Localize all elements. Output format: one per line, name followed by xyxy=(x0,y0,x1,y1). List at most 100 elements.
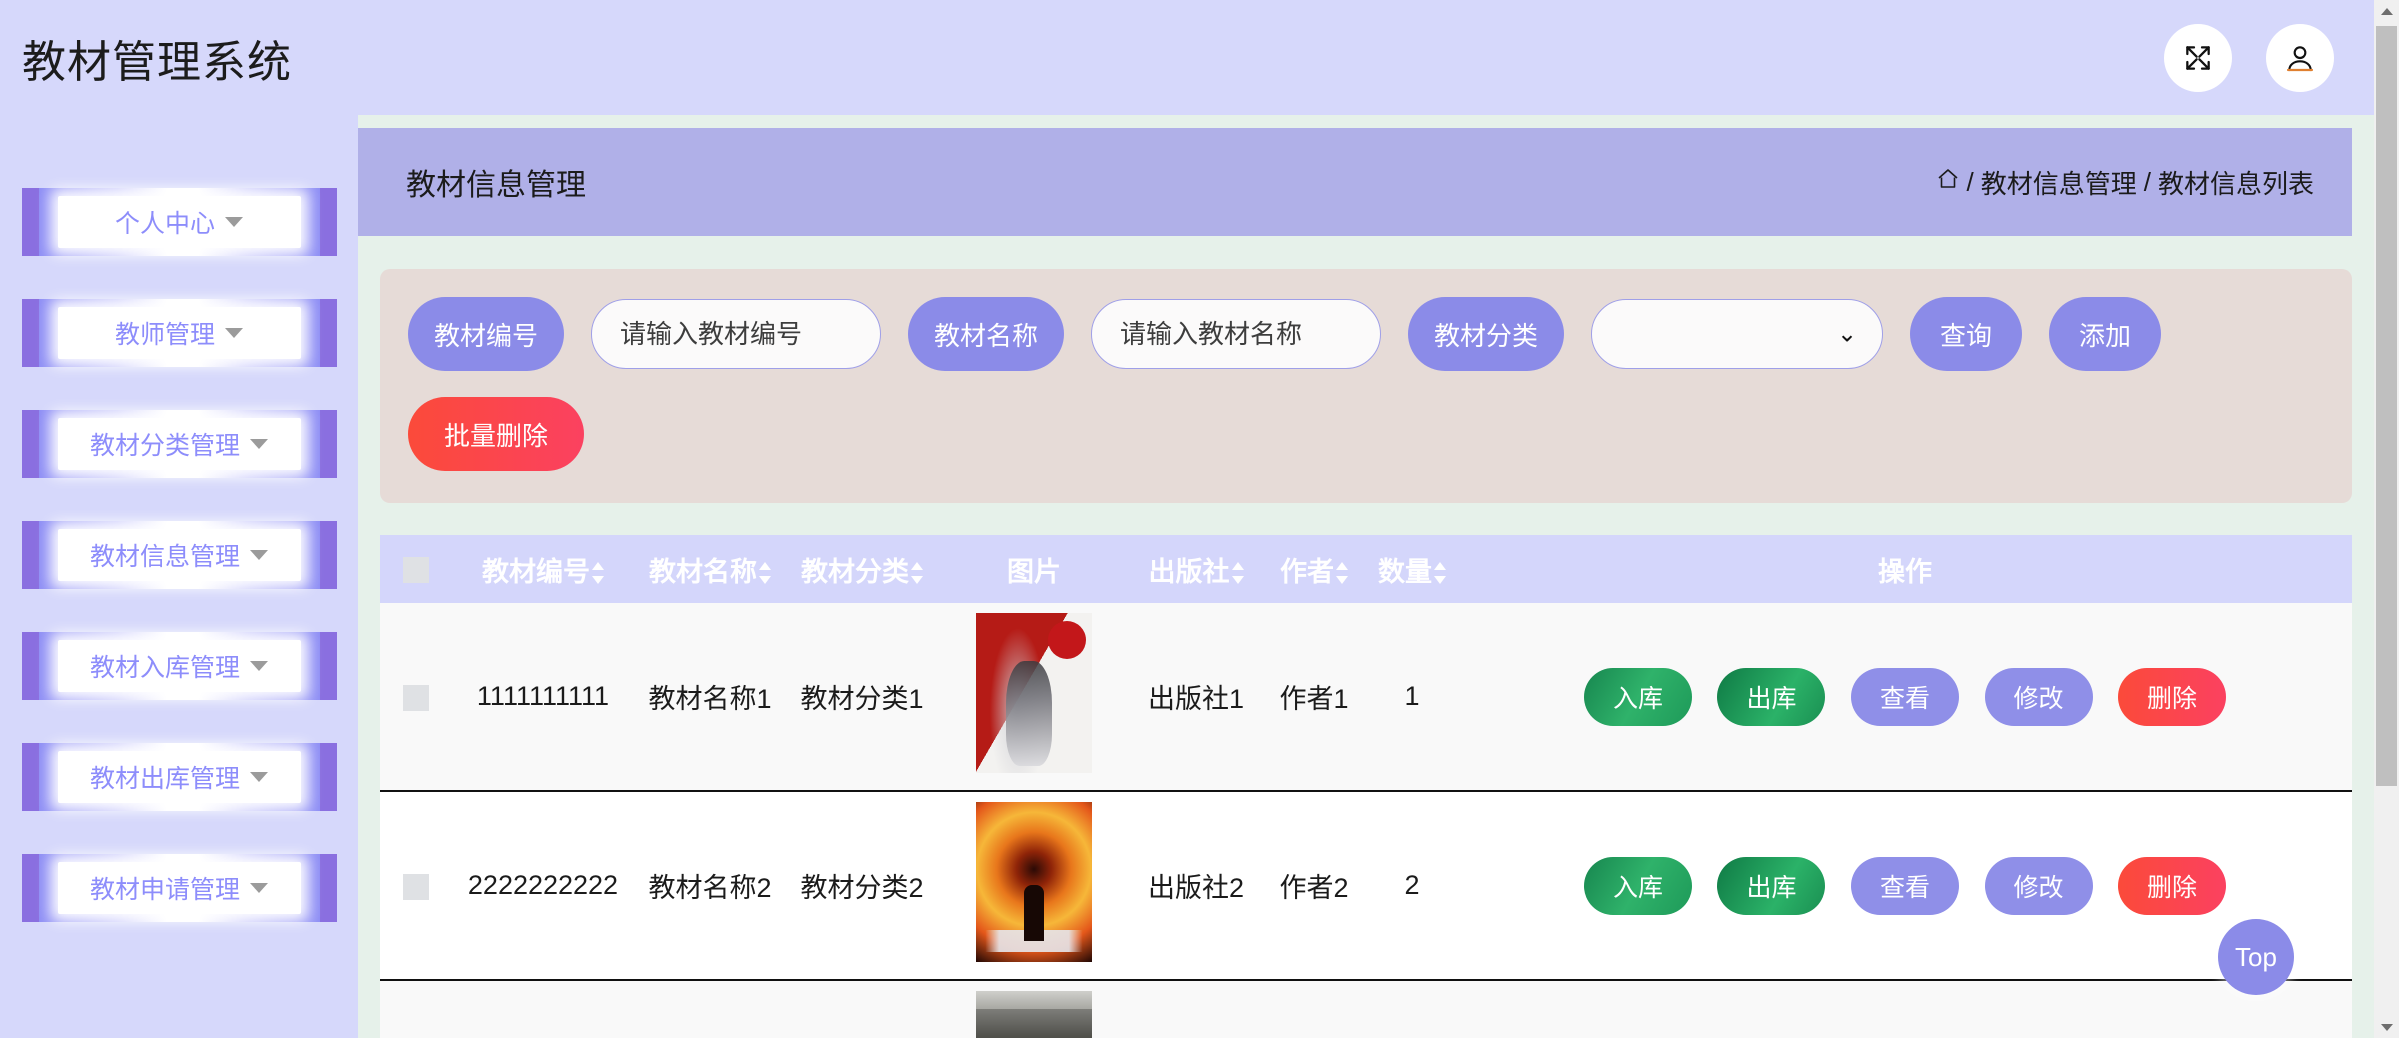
column-header-image: 图片 xyxy=(938,535,1130,603)
fullscreen-expand-icon xyxy=(2182,42,2214,74)
inbound-button[interactable]: 入库 xyxy=(1583,856,1692,915)
column-header-name[interactable]: 教材名称 xyxy=(634,535,786,603)
back-to-top-button[interactable]: Top xyxy=(2218,919,2294,995)
checkbox-unchecked-icon[interactable] xyxy=(403,684,429,711)
sidebar-item-teacher-management[interactable]: 教师管理 xyxy=(21,299,337,367)
sidebar-item-label: 教师管理 xyxy=(114,321,215,349)
scrollbar-thumb[interactable] xyxy=(2376,26,2397,786)
sidebar-item-textbook-inbound-management[interactable]: 教材入库管理 xyxy=(21,632,337,700)
chevron-down-icon xyxy=(250,883,268,893)
sort-icon xyxy=(759,561,771,585)
cell-code: 3333333333 xyxy=(452,980,634,1038)
sidebar-item-textbook-outbound-management[interactable]: 教材出库管理 xyxy=(21,743,337,811)
scroll-up-arrow-icon[interactable] xyxy=(2374,0,2399,22)
sidebar-item-textbook-request-management[interactable]: 教材申请管理 xyxy=(21,854,337,922)
batch-delete-button[interactable]: 批量删除 xyxy=(408,397,584,471)
book-cover-image[interactable] xyxy=(976,991,1092,1038)
view-button[interactable]: 查看 xyxy=(1851,667,1959,726)
cell-author: 作者1 xyxy=(1262,603,1366,792)
table-row: 2222222222 教材名称2 教材分类2 出版社2 作者2 2 入库 出库 … xyxy=(380,791,2352,981)
cell-image xyxy=(938,603,1130,792)
page-header: 教材信息管理 / 教材信息管理 / 教材信息列表 xyxy=(358,128,2352,236)
column-header-code[interactable]: 教材编号 xyxy=(452,535,634,603)
book-cover-image[interactable] xyxy=(976,802,1092,962)
user-menu-button[interactable] xyxy=(2266,23,2334,92)
chevron-down-icon xyxy=(225,328,243,338)
row-select-cell xyxy=(380,980,452,1038)
delete-button[interactable]: 删除 xyxy=(2118,856,2227,915)
sidebar: 个人中心 教师管理 教材分类管理 教材信息管理 教材入库管理 教材出库管理 教材… xyxy=(0,115,358,1038)
cell-name: 教材名称1 xyxy=(634,603,786,792)
inbound-button[interactable]: 入库 xyxy=(1583,667,1692,726)
sidebar-item-personal-center[interactable]: 个人中心 xyxy=(21,188,337,256)
cell-publisher: 出版社1 xyxy=(1130,603,1262,792)
view-button[interactable]: 查看 xyxy=(1851,856,1959,915)
query-button[interactable]: 查询 xyxy=(1910,297,2023,371)
scroll-down-arrow-icon[interactable] xyxy=(2374,1016,2399,1038)
sort-icon xyxy=(1434,561,1446,585)
filter-panel: 教材编号 教材名称 教材分类 ⌄ 查询 添加 批量删除 xyxy=(380,269,2352,503)
breadcrumb-separator-2: / xyxy=(2143,166,2151,197)
table-header-row: 教材编号 教材名称 教材分类 图片 出版社 作者 数量 操作 xyxy=(380,535,2352,603)
user-avatar-icon xyxy=(2284,42,2316,74)
search-input-textbook-name[interactable] xyxy=(1091,299,1382,369)
cell-image xyxy=(938,980,1130,1038)
edit-button[interactable]: 修改 xyxy=(1984,667,2093,726)
cell-category: 教材分类2 xyxy=(786,791,938,981)
column-label: 数量 xyxy=(1378,556,1432,587)
app-header: 教材管理系统 xyxy=(0,0,2374,115)
delete-button[interactable]: 删除 xyxy=(2118,667,2227,726)
cell-image xyxy=(938,791,1130,981)
breadcrumb: / 教材信息管理 / 教材信息列表 xyxy=(1936,164,2314,201)
row-select-cell xyxy=(380,791,452,981)
outbound-button[interactable]: 出库 xyxy=(1717,856,1826,915)
edit-button[interactable]: 修改 xyxy=(1984,856,2093,915)
search-input-textbook-code[interactable] xyxy=(591,299,882,369)
app-title: 教材管理系统 xyxy=(22,37,292,87)
chevron-down-icon xyxy=(250,661,268,671)
label-textbook-category: 教材分类 xyxy=(1408,297,1565,371)
page-scrollbar[interactable] xyxy=(2374,0,2399,1038)
breadcrumb-parent[interactable]: 教材信息管理 xyxy=(1981,164,2137,201)
column-header-operations: 操作 xyxy=(1458,535,2352,603)
sidebar-item-label: 个人中心 xyxy=(114,210,215,238)
book-cover-image[interactable] xyxy=(976,613,1092,773)
cell-quantity: 3 xyxy=(1366,980,1458,1038)
fullscreen-button[interactable] xyxy=(2164,23,2232,92)
row-select-cell xyxy=(380,603,452,792)
column-label: 图片 xyxy=(1007,556,1061,587)
sidebar-item-label: 教材分类管理 xyxy=(89,432,240,460)
column-header-author[interactable]: 作者 xyxy=(1262,535,1366,603)
sidebar-item-textbook-info-management[interactable]: 教材信息管理 xyxy=(21,521,337,589)
column-header-category[interactable]: 教材分类 xyxy=(786,535,938,603)
category-select[interactable] xyxy=(1591,299,1884,369)
table-row: 3333333333 教材名称3 教材分类3 出版社3 作者3 3 入库 出库 … xyxy=(380,980,2352,1038)
select-all-header xyxy=(380,535,452,603)
sidebar-item-label: 教材信息管理 xyxy=(89,543,240,571)
cell-publisher: 出版社2 xyxy=(1130,791,1262,981)
label-textbook-name: 教材名称 xyxy=(908,297,1065,371)
checkbox-unchecked-icon[interactable] xyxy=(403,873,429,900)
app-root: 教材管理系统 个人中心 教师管理 教材分类管理 教材信息管理 教材入库管理 教材… xyxy=(0,0,2399,1038)
textbook-table: 教材编号 教材名称 教材分类 图片 出版社 作者 数量 操作 111111111… xyxy=(380,535,2352,1038)
cell-quantity: 1 xyxy=(1366,603,1458,792)
cell-quantity: 2 xyxy=(1366,791,1458,981)
column-header-quantity[interactable]: 数量 xyxy=(1366,535,1458,603)
checkbox-unchecked-icon[interactable] xyxy=(403,557,429,584)
sort-icon xyxy=(1336,561,1348,585)
add-button[interactable]: 添加 xyxy=(2049,297,2162,371)
column-header-publisher[interactable]: 出版社 xyxy=(1130,535,1262,603)
category-select-wrapper: ⌄ xyxy=(1591,299,1884,369)
cell-name: 教材名称2 xyxy=(634,791,786,981)
page-title: 教材信息管理 xyxy=(406,169,586,202)
sort-icon xyxy=(1231,561,1244,585)
home-icon[interactable] xyxy=(1936,167,1960,198)
column-label: 操作 xyxy=(1878,556,1932,587)
breadcrumb-current: 教材信息列表 xyxy=(2157,168,2314,199)
column-label: 教材名称 xyxy=(649,556,757,587)
cell-code: 2222222222 xyxy=(452,791,634,981)
outbound-button[interactable]: 出库 xyxy=(1717,667,1826,726)
sidebar-item-textbook-category-management[interactable]: 教材分类管理 xyxy=(21,410,337,478)
chevron-down-icon xyxy=(250,550,268,560)
cell-author: 作者2 xyxy=(1262,791,1366,981)
